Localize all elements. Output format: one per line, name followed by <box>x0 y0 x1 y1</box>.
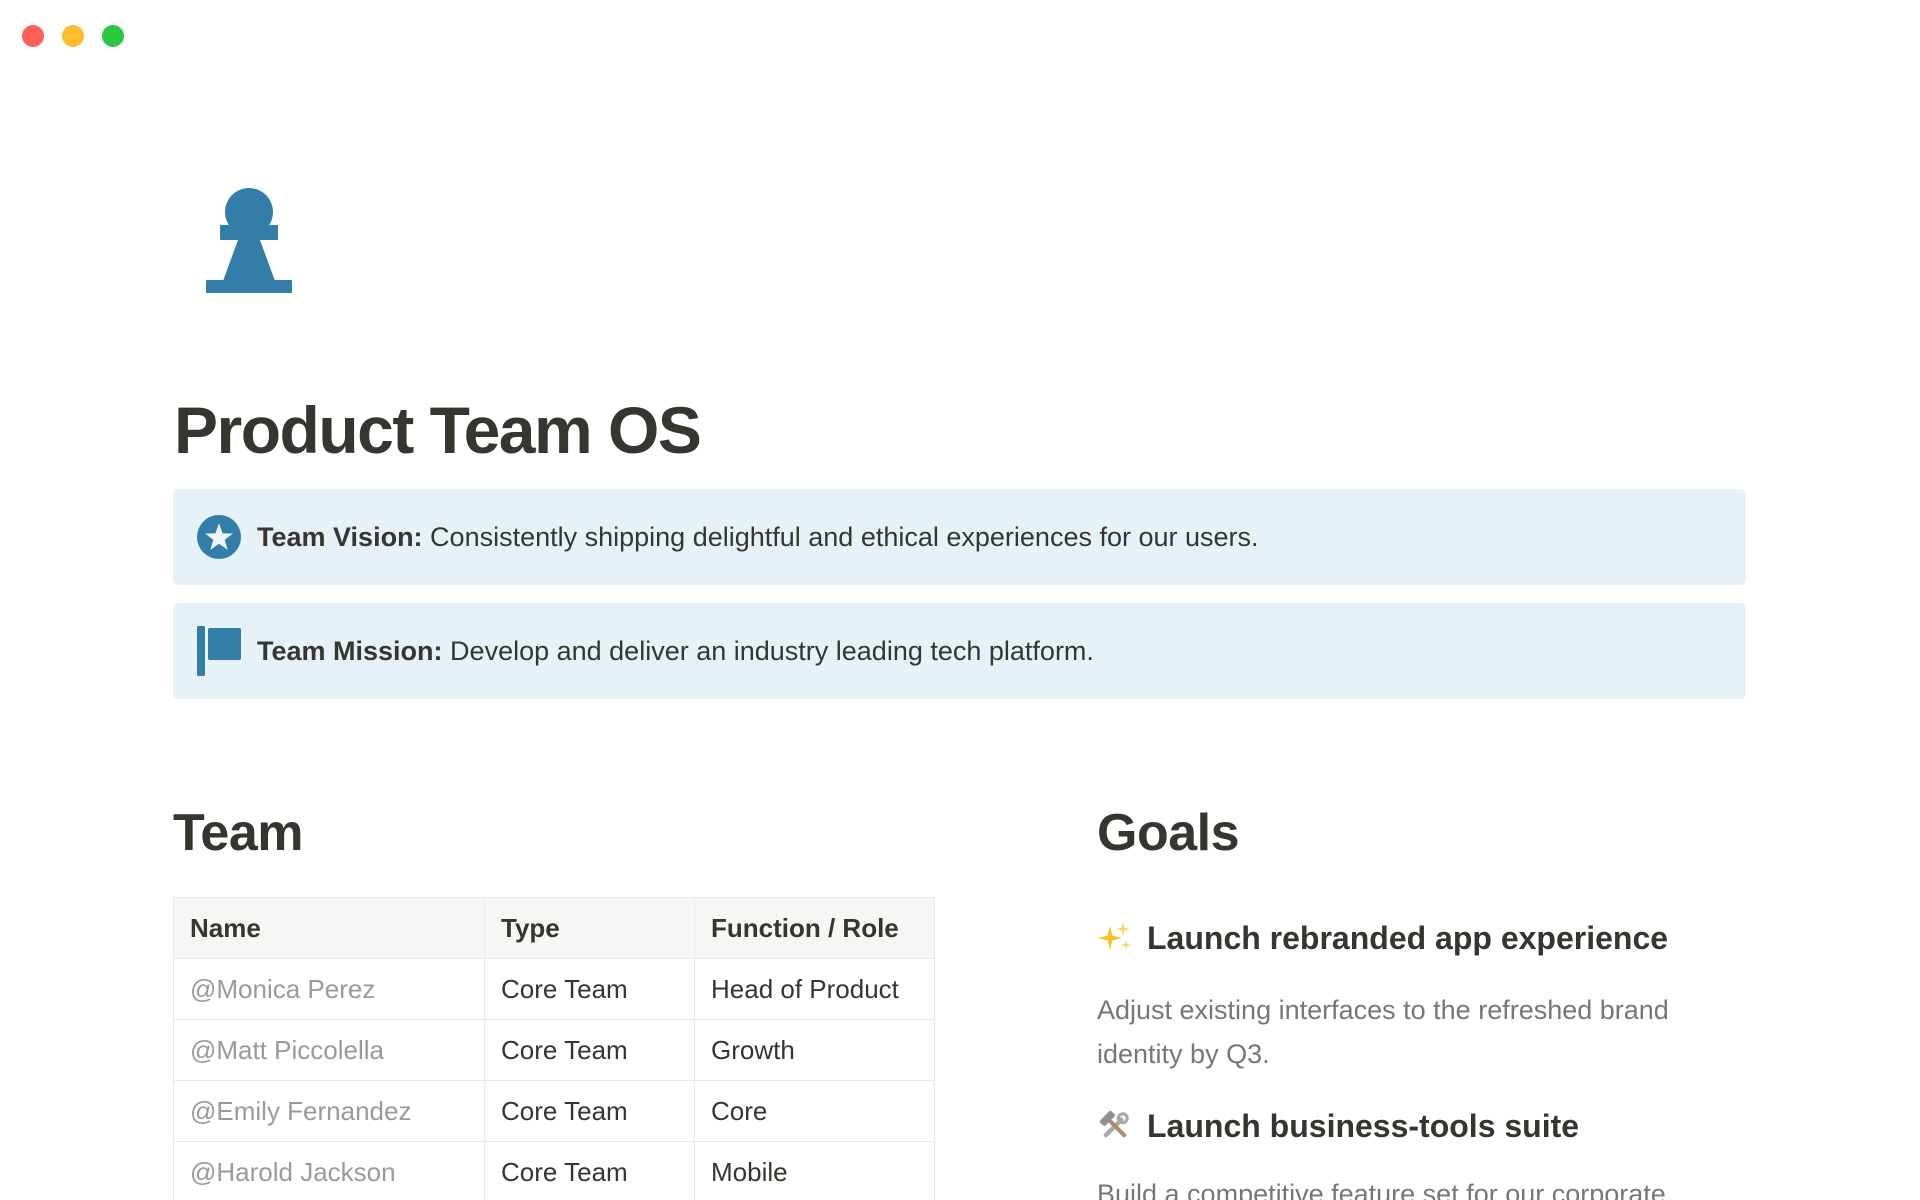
table-row: @Monica Perez Core Team Head of Product <box>174 959 935 1020</box>
hammer-wrench-emoji <box>1097 1108 1133 1144</box>
type-cell: Core Team <box>485 959 695 1020</box>
person-mention[interactable]: @Harold Jackson <box>190 1157 396 1187</box>
role-cell: Growth <box>695 1020 935 1081</box>
team-mission-text: Team Mission: Develop and deliver an ind… <box>257 631 1094 672</box>
page-title: Product Team OS <box>174 392 700 468</box>
table-row: @Emily Fernandez Core Team Core <box>174 1081 935 1142</box>
person-mention[interactable]: @Monica Perez <box>190 974 375 1004</box>
team-heading: Team <box>173 802 934 864</box>
column-header-name: Name <box>174 898 485 959</box>
goals-heading: Goals <box>1097 802 1757 864</box>
person-mention[interactable]: @Matt Piccolella <box>190 1035 384 1065</box>
goals-section: Goals Launch rebranded app experience Ad… <box>1097 802 1757 1200</box>
table-row: @Matt Piccolella Core Team Growth <box>174 1020 935 1081</box>
goal-title: Launch rebranded app experience <box>1097 918 1757 958</box>
pawn-icon[interactable] <box>206 187 292 293</box>
goal-title: Launch business-tools suite <box>1097 1106 1757 1146</box>
goal-item: Launch business-tools suite Build a comp… <box>1097 1106 1757 1200</box>
team-table: Name Type Function / Role @Monica Perez … <box>173 897 935 1200</box>
team-vision-body: Consistently shipping delightful and eth… <box>423 522 1259 552</box>
window-controls <box>22 25 124 47</box>
goal-item: Launch rebranded app experience Adjust e… <box>1097 918 1757 1076</box>
role-cell: Head of Product <box>695 959 935 1020</box>
team-mission-body: Develop and deliver an industry leading … <box>443 636 1094 666</box>
table-header-row: Name Type Function / Role <box>174 898 935 959</box>
goal-title-text: Launch rebranded app experience <box>1147 918 1668 958</box>
person-mention[interactable]: @Emily Fernandez <box>190 1096 411 1126</box>
zoom-button[interactable] <box>102 25 124 47</box>
goal-title-text: Launch business-tools suite <box>1147 1106 1579 1146</box>
type-cell: Core Team <box>485 1142 695 1200</box>
type-cell: Core Team <box>485 1020 695 1081</box>
team-vision-label: Team Vision: <box>257 522 423 552</box>
flag-icon <box>197 626 241 676</box>
team-vision-text: Team Vision: Consistently shipping delig… <box>257 517 1259 558</box>
goal-description: Adjust existing interfaces to the refres… <box>1097 988 1757 1076</box>
table-row: @Harold Jackson Core Team Mobile <box>174 1142 935 1200</box>
role-cell: Mobile <box>695 1142 935 1200</box>
column-header-role: Function / Role <box>695 898 935 959</box>
team-section: Team Name Type Function / Role @Monica P… <box>173 802 934 1200</box>
star-badge-icon <box>197 512 241 562</box>
team-vision-callout: Team Vision: Consistently shipping delig… <box>173 489 1746 585</box>
column-header-type: Type <box>485 898 695 959</box>
close-button[interactable] <box>22 25 44 47</box>
notion-window: Product Team OS Team Vision: Consistentl… <box>0 0 1920 1200</box>
sparkles-emoji <box>1097 920 1133 956</box>
team-mission-callout: Team Mission: Develop and deliver an ind… <box>173 603 1746 699</box>
type-cell: Core Team <box>485 1081 695 1142</box>
goal-description: Build a competitive feature set for our … <box>1097 1172 1757 1200</box>
team-mission-label: Team Mission: <box>257 636 443 666</box>
role-cell: Core <box>695 1081 935 1142</box>
minimize-button[interactable] <box>62 25 84 47</box>
